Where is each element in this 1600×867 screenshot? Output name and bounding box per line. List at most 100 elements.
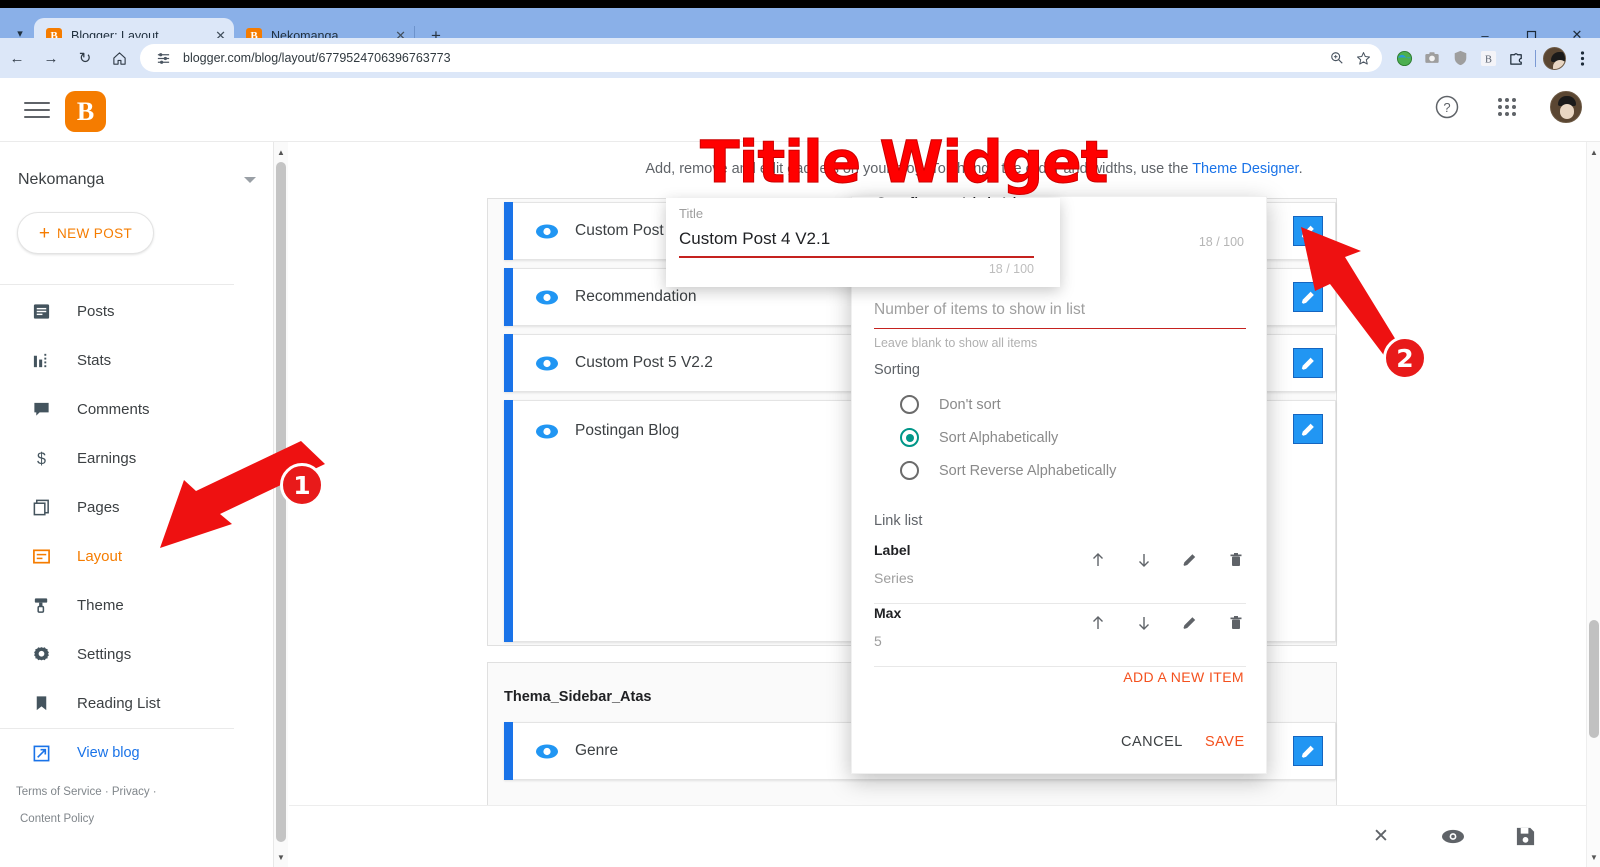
scroll-down-icon[interactable]: ▼ — [274, 849, 288, 865]
address-bar[interactable]: blogger.com/blog/layout/6779524706396763… — [140, 44, 1382, 72]
title-field-popup[interactable]: Title Custom Post 4 V2.1 18 / 100 — [666, 198, 1060, 287]
radio-label: Sort Reverse Alphabetically — [939, 462, 1117, 479]
title-field-label: Title — [679, 206, 704, 221]
sidebar-divider-bottom — [0, 728, 234, 729]
sorting-option-alphabetical[interactable]: Sort Alphabetically — [900, 428, 1058, 447]
title-char-counter: 18 / 100 — [1198, 235, 1244, 249]
apps-grid-icon[interactable] — [1490, 90, 1524, 124]
theme-designer-link[interactable]: Theme Designer — [1192, 161, 1298, 177]
profile-icon[interactable] — [1540, 44, 1568, 72]
privacy-link[interactable]: Privacy — [112, 786, 150, 798]
sidebar-item-comments[interactable]: Comments — [0, 387, 274, 431]
main-scroll-thumb[interactable] — [1589, 620, 1599, 738]
sorting-option-reverse-alphabetical[interactable]: Sort Reverse Alphabetically — [900, 461, 1116, 480]
preview-eye-icon[interactable] — [1438, 822, 1468, 852]
visible-eye-icon[interactable] — [535, 289, 559, 306]
number-of-items-placeholder: Number of items to show in list — [874, 301, 1086, 318]
sorting-option-dont-sort[interactable]: Don't sort — [900, 395, 1001, 414]
zoom-icon[interactable] — [1324, 46, 1350, 70]
blogger-ext-icon[interactable]: B — [1474, 44, 1502, 72]
browser-toolbar: ← → ↻ blogger.com/blog/layout/6779524706… — [0, 38, 1600, 78]
earth-icon[interactable] — [1390, 44, 1418, 72]
sidebar-item-reading-list[interactable]: Reading List — [0, 681, 274, 725]
back-icon[interactable]: ← — [0, 41, 34, 75]
sidebar-item-stats[interactable]: Stats — [0, 338, 274, 382]
content-policy-link[interactable]: Content Policy — [20, 813, 94, 825]
new-post-button[interactable]: + NEW POST — [17, 212, 154, 254]
radio-button-selected[interactable] — [900, 428, 919, 447]
hamburger-icon[interactable] — [24, 98, 50, 122]
edit-pencil-icon[interactable] — [1180, 613, 1200, 633]
bookmark-star-icon[interactable] — [1350, 46, 1376, 70]
puzzle-extension-icon[interactable] — [1502, 44, 1530, 72]
kebab-menu-icon[interactable] — [1568, 44, 1596, 72]
gadget-accent-bar — [504, 202, 513, 260]
radio-button[interactable] — [900, 461, 919, 480]
link-list-label: Link list — [874, 513, 923, 529]
add-new-item-button[interactable]: ADD A NEW ITEM — [1123, 669, 1244, 685]
user-avatar[interactable] — [1550, 91, 1582, 123]
visible-eye-icon[interactable] — [535, 223, 559, 240]
annotation-badge-2: 2 — [1383, 336, 1427, 380]
scroll-up-icon[interactable]: ▲ — [274, 144, 288, 160]
number-of-items-field[interactable]: Number of items to show in list — [874, 301, 1246, 329]
url-text[interactable]: blogger.com/blog/layout/6779524706396763… — [183, 51, 1324, 65]
close-icon[interactable]: ✕ — [1366, 822, 1396, 852]
visible-eye-icon[interactable] — [535, 423, 559, 440]
terms-of-service-link[interactable]: Terms of Service — [16, 786, 102, 798]
page-settings-icon[interactable] — [152, 47, 174, 69]
visible-eye-icon[interactable] — [535, 355, 559, 372]
sidebar-item-label: Stats — [77, 351, 112, 369]
sidebar-item-label: Posts — [77, 302, 115, 320]
gadget-edit-button[interactable] — [1293, 736, 1323, 766]
main-scrollbar[interactable]: ▲ ▼ — [1586, 142, 1600, 867]
reload-icon[interactable]: ↻ — [68, 41, 102, 75]
blogger-logo-icon[interactable]: B — [65, 91, 106, 132]
delete-trash-icon[interactable] — [1226, 613, 1246, 633]
cancel-button[interactable]: CANCEL — [1121, 734, 1183, 750]
move-up-icon[interactable] — [1088, 613, 1108, 633]
layout-icon — [30, 545, 52, 567]
help-icon[interactable]: ? — [1430, 90, 1464, 124]
sidebar-item-view-blog[interactable]: View blog — [0, 731, 274, 775]
bookmark-icon — [30, 692, 52, 714]
field-underline — [874, 328, 1246, 329]
chevron-down-icon[interactable] — [244, 177, 256, 183]
scroll-up-icon[interactable]: ▲ — [1587, 144, 1600, 160]
radio-button[interactable] — [900, 395, 919, 414]
gadget-edit-button[interactable] — [1293, 414, 1323, 444]
posts-icon — [30, 300, 52, 322]
gadget-title: Postingan Blog — [575, 422, 680, 439]
title-field-value[interactable]: Custom Post 4 V2.1 — [679, 229, 830, 249]
title-field-counter: 18 / 100 — [988, 262, 1034, 276]
gadget-accent-bar — [504, 334, 513, 392]
gadget-accent-bar — [504, 722, 513, 780]
shield-icon[interactable] — [1446, 44, 1474, 72]
scroll-down-icon[interactable]: ▼ — [1587, 849, 1600, 865]
move-down-icon[interactable] — [1134, 550, 1154, 570]
delete-trash-icon[interactable] — [1226, 550, 1246, 570]
gadget-title: Genre — [575, 742, 619, 759]
sidebar-item-posts[interactable]: Posts — [0, 289, 274, 333]
sidebar-item-label: Layout — [77, 547, 123, 565]
move-down-icon[interactable] — [1134, 613, 1154, 633]
number-of-items-helper: Leave blank to show all items — [874, 336, 1038, 350]
blog-selector[interactable]: Nekomanga — [0, 156, 274, 204]
sidebar-item-label: Comments — [77, 400, 150, 418]
save-disk-icon[interactable] — [1510, 822, 1540, 852]
move-up-icon[interactable] — [1088, 550, 1108, 570]
sidebar-item-label: Earnings — [77, 449, 137, 467]
forward-icon[interactable]: → — [34, 41, 68, 75]
section-title: Thema_Sidebar_Atas — [504, 689, 652, 705]
save-button[interactable]: SAVE — [1205, 734, 1245, 750]
sidebar-item-theme[interactable]: Theme — [0, 583, 274, 627]
visible-eye-icon[interactable] — [535, 743, 559, 760]
sidebar-item-settings[interactable]: Settings — [0, 632, 274, 676]
link-item-actions — [1088, 550, 1246, 570]
annotation-overlay-text: Titile Widget — [699, 128, 1108, 197]
earnings-icon: $ — [30, 447, 52, 469]
legal-dot: · — [104, 786, 109, 798]
home-icon[interactable] — [102, 41, 136, 75]
camera-icon[interactable] — [1418, 44, 1446, 72]
edit-pencil-icon[interactable] — [1180, 550, 1200, 570]
